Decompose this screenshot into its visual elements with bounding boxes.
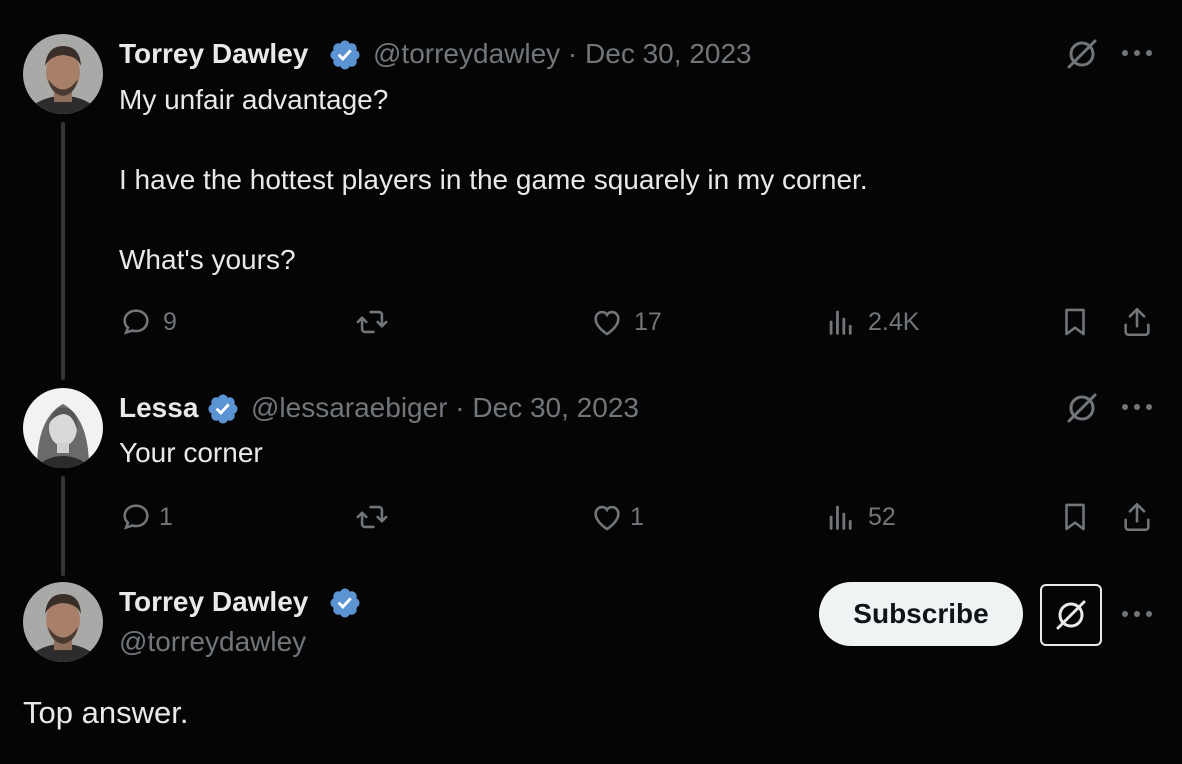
tweet-text-line: Your corner (119, 437, 263, 468)
views-count: 2.4K (868, 307, 920, 336)
tweet-text-line: What's yours? (119, 244, 296, 275)
reply-icon (123, 504, 149, 530)
share-icon[interactable] (1120, 305, 1154, 339)
like-button[interactable]: 17 (590, 305, 662, 339)
thread-line (61, 122, 65, 380)
more-icon[interactable] (1120, 397, 1154, 417)
like-count: 17 (634, 307, 662, 336)
reply-count: 1 (159, 502, 173, 531)
handle-date[interactable]: @torreydawley · Dec 30, 2023 (373, 38, 752, 70)
share-icon[interactable] (1120, 500, 1154, 534)
avatar[interactable] (23, 34, 103, 114)
reply-icon (123, 309, 149, 335)
like-count: 1 (630, 502, 644, 531)
author-name[interactable]: Torrey Dawley (119, 38, 308, 70)
views-icon (829, 310, 852, 335)
repost-icon (356, 310, 388, 334)
more-icon[interactable] (1120, 43, 1154, 63)
author-handle[interactable]: @torreydawley (119, 626, 306, 658)
repost-button[interactable] (355, 500, 399, 534)
verified-badge-icon (208, 394, 238, 424)
avatar[interactable] (23, 582, 103, 662)
reply-button[interactable]: 9 (119, 305, 177, 339)
tweet-text-line: I have the hottest players in the game s… (119, 164, 868, 195)
verified-badge-icon (330, 40, 360, 70)
repost-icon (356, 505, 388, 529)
repost-button[interactable] (355, 305, 399, 339)
bookmark-icon[interactable] (1058, 305, 1092, 339)
views-button[interactable]: 2.4K (824, 305, 919, 339)
like-button[interactable]: 1 (590, 500, 644, 534)
more-icon[interactable] (1120, 604, 1154, 624)
bookmark-icon[interactable] (1058, 500, 1092, 534)
avatar[interactable] (23, 388, 103, 468)
tweet-text: Top answer. (23, 695, 189, 730)
author-name[interactable]: Lessa (119, 392, 198, 424)
subscribe-button[interactable]: Subscribe (819, 582, 1023, 646)
thread-line (61, 476, 65, 576)
views-icon (829, 505, 852, 530)
reply-count: 9 (163, 307, 177, 336)
like-icon (594, 310, 620, 336)
like-icon (594, 505, 620, 531)
grok-button[interactable] (1040, 584, 1102, 646)
grok-icon (1056, 600, 1086, 630)
views-count: 52 (868, 502, 896, 531)
reply-button[interactable]: 1 (119, 500, 173, 534)
tweet-text-line: My unfair advantage? (119, 84, 389, 115)
author-name[interactable]: Torrey Dawley (119, 586, 308, 618)
views-button[interactable]: 52 (824, 500, 896, 534)
grok-icon[interactable] (1064, 390, 1100, 426)
handle-date[interactable]: @lessaraebiger · Dec 30, 2023 (251, 392, 639, 424)
verified-badge-icon (330, 588, 360, 618)
grok-icon[interactable] (1064, 36, 1100, 72)
